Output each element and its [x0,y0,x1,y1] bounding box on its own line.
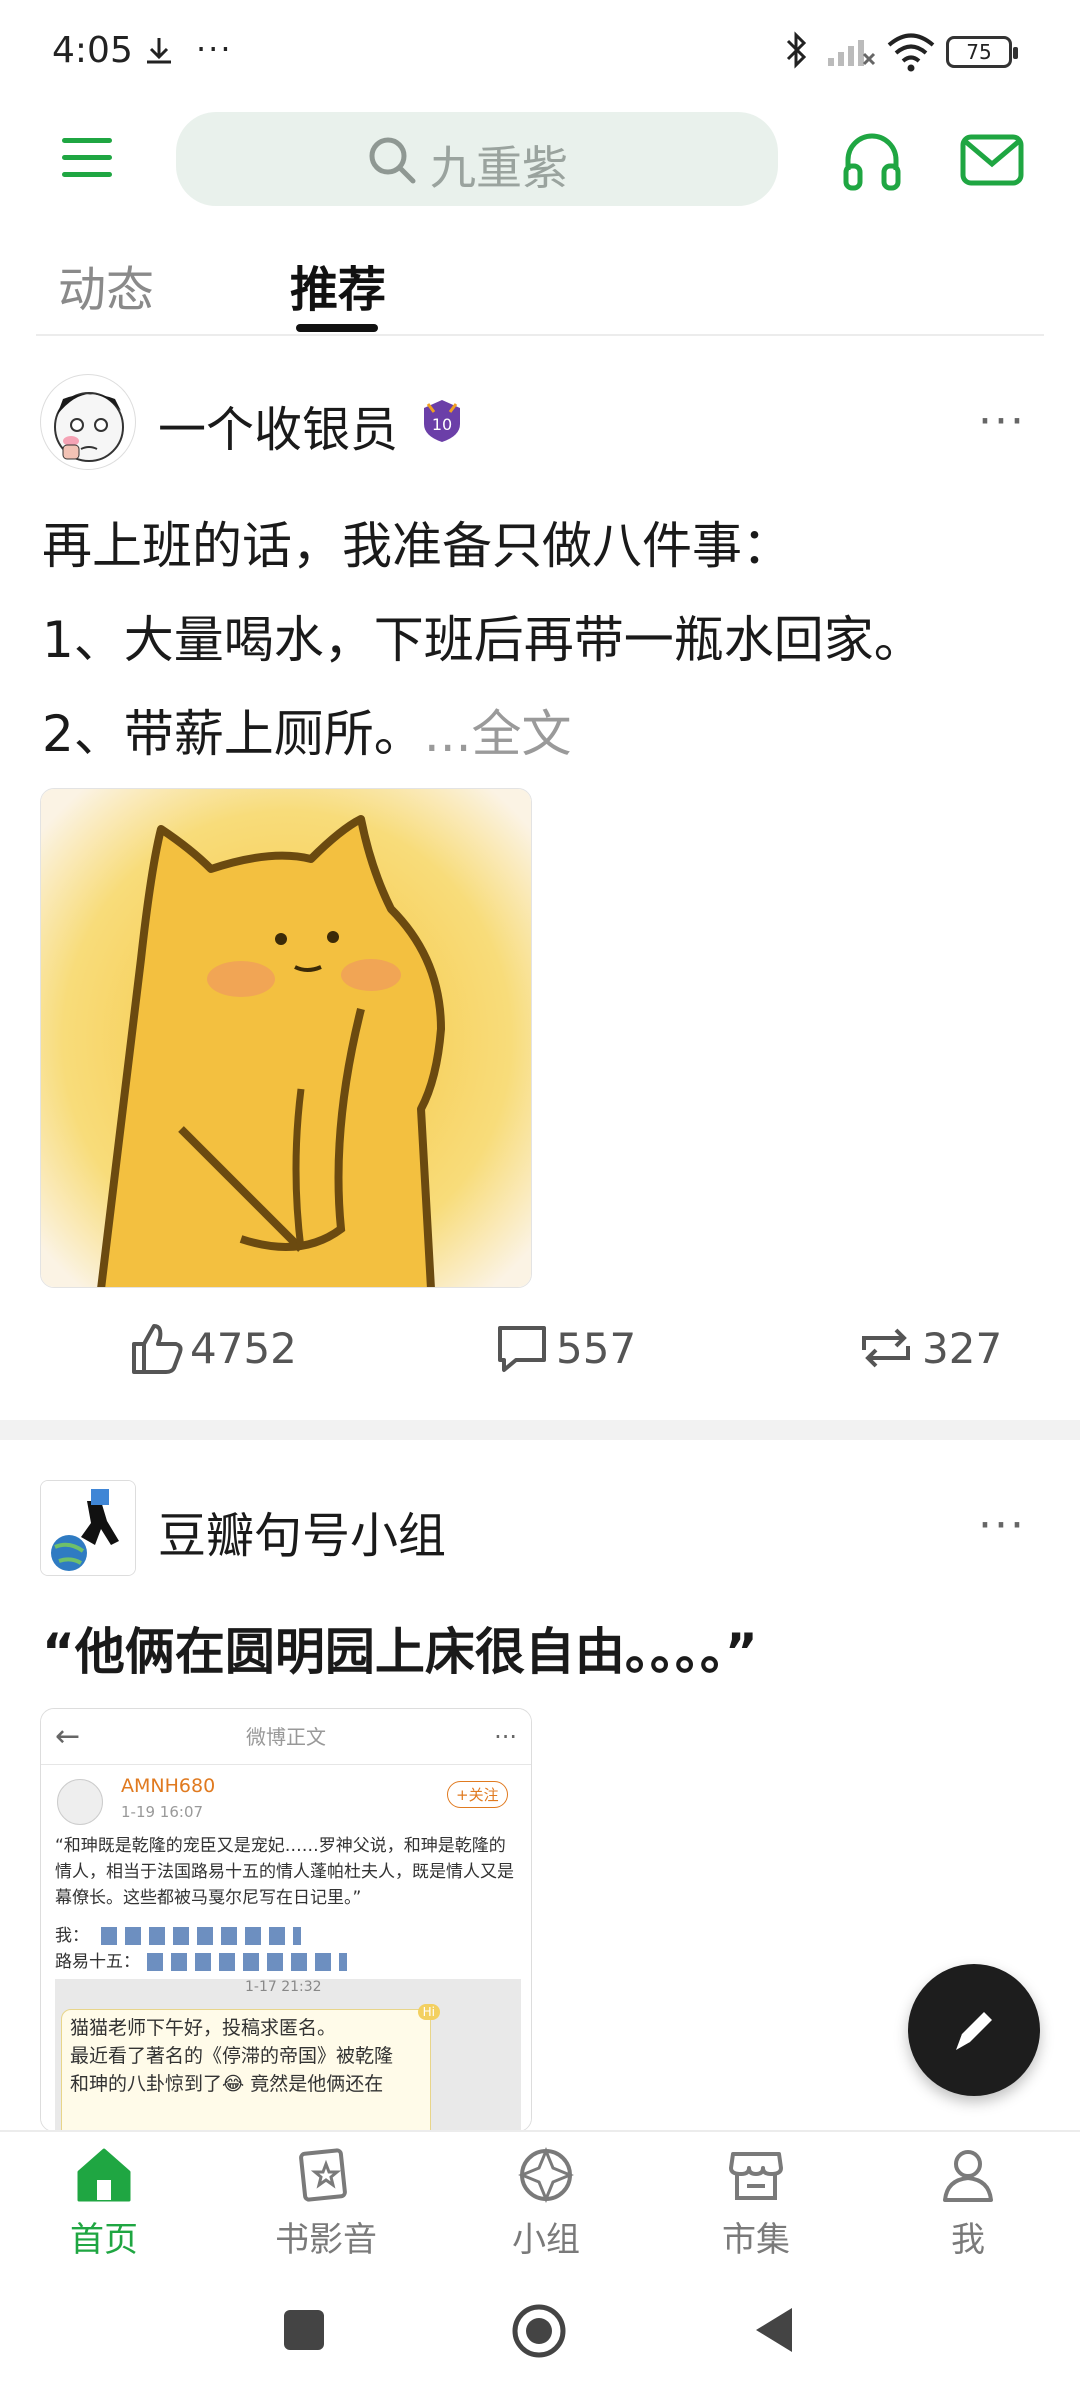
embedded-follow: +关注 [447,1781,508,1808]
post-author[interactable]: 豆瓣句号小组 [158,1496,446,1566]
embedded-time2: 1-17 21:32 [245,1979,322,1995]
group-icon [518,2147,574,2203]
embedded-header-title: 微博正文 [246,1725,326,1749]
embedded-date: 1-19 16:07 [121,1803,204,1821]
post-actions: 4752 557 327 [0,1320,1080,1400]
nav-books-label: 书影音 [275,2220,377,2260]
read-more-link[interactable]: ...全文 [424,705,572,763]
post-author[interactable]: 一个收银员 [158,390,398,460]
nav-home-label: 首页 [70,2220,138,2260]
post-image[interactable] [40,788,532,1288]
post-image[interactable]: ← 微博正文 ··· AMNH680 1-19 16:07 +关注 “和珅既是乾… [40,1708,532,2132]
system-nav-bar [0,2260,1080,2400]
embedded-msg3: 和珅的八卦惊到了😂 竟然是他俩还在 [70,2073,384,2095]
signal-icon [828,40,876,66]
comment-button[interactable]: 557 [494,1320,636,1376]
battery-icon: 75 [946,36,1018,68]
tab-following[interactable]: 动态 [58,250,154,320]
profile-icon [943,2150,993,2202]
post-line-1: 再上班的话，我准备只做八件事： [42,517,792,575]
level-badge-icon: 10 [424,400,460,442]
emoji-row [147,1953,347,1971]
post-divider [0,1420,1080,1440]
store-icon [729,2152,783,2200]
more-status-icon: ··· [196,30,233,68]
post-line-3-text: 2、带薪上厕所。 [42,705,424,763]
post-line-3: 2、带薪上厕所。...全文 [42,694,572,766]
embedded-me: 我： [55,1926,89,1946]
post-line-2: 1、大量喝水，下班后再带一瓶水回家。 [42,611,924,669]
comment-icon [498,1326,546,1372]
level-badge-text: 10 [432,415,452,434]
nav-market[interactable]: 市集 [676,2146,836,2261]
back-arrow-icon: ← [55,1719,81,1754]
embedded-avatar [57,1779,103,1825]
post-more-icon[interactable]: ··· [978,396,1026,447]
comment-count: 557 [556,1323,637,1373]
emoji-row [101,1927,301,1945]
search-bar[interactable]: 九重紫 [176,112,778,206]
like-count: 4752 [190,1323,297,1373]
embedded-msg2: 最近看了著名的《停滞的帝国》被乾隆 [70,2045,394,2067]
avatar[interactable] [40,1480,136,1576]
headphones-icon[interactable] [842,130,902,192]
compose-button[interactable] [908,1964,1040,2096]
embedded-user: AMNH680 [121,1775,216,1797]
nav-market-label: 市集 [722,2220,790,2260]
status-bar: 4:05 ··· 75 [0,0,1080,100]
nav-me[interactable]: 我 [888,2146,1048,2261]
home-system-icon[interactable] [510,2302,568,2360]
group-avatar-image [41,1481,135,1575]
nav-groups[interactable]: 小组 [466,2146,626,2261]
nav-books-films-music[interactable]: 书影音 [246,2146,406,2261]
embedded-chat-area: 1-17 21:32 猫猫老师下午好，投稿求匿名。 最近看了著名的《停滞的帝国》… [55,1979,521,2131]
search-placeholder: 九重紫 [430,141,568,195]
avatar[interactable] [40,374,136,470]
repost-icon [862,1328,910,1368]
post-title: “他俩在圆明园上床很自由。。。。” [42,1623,758,1681]
cat-meme-image [41,789,531,1287]
menu-icon[interactable] [62,138,112,182]
bluetooth-icon [786,31,807,69]
tab-recommended[interactable]: 推荐 [290,250,386,320]
embedded-text: “和珅既是乾隆的宠臣又是宠妃……罗神父说，和珅是乾隆的情人，相当于法国路易十五的… [55,1836,514,1908]
repost-button[interactable]: 327 [856,1320,1002,1376]
wifi-icon [887,33,935,72]
pen-icon [956,2012,992,2050]
feed-tabs: 动态 推荐 [36,240,1044,336]
top-bar: 九重紫 [0,108,1080,212]
embedded-bubble: 猫猫老师下午好，投稿求匿名。 最近看了著名的《停滞的帝国》被乾隆 和珅的八卦惊到… [61,2004,440,2131]
home-icon [77,2148,131,2202]
recent-apps-icon[interactable] [284,2310,324,2350]
embedded-more-icon: ··· [494,1723,517,1751]
nav-groups-label: 小组 [512,2220,580,2260]
thumb-up-icon [132,1324,183,1374]
hi-badge: Hi [417,2004,440,2020]
post-more-icon[interactable]: ··· [978,1500,1026,1551]
tab-indicator [296,324,378,332]
embedded-header: ← 微博正文 ··· [41,1709,531,1765]
status-time: 4:05 [52,30,133,71]
download-icon [147,38,171,64]
repost-count: 327 [922,1323,1003,1373]
embedded-louis: 路易十五： [55,1952,140,1972]
back-system-icon[interactable] [752,2304,796,2356]
search-icon [369,137,416,184]
film-icon [299,2148,347,2202]
embedded-msg1: 猫猫老师下午好，投稿求匿名。 [70,2017,337,2039]
nav-me-label: 我 [951,2220,985,2260]
like-button[interactable]: 4752 [128,1320,297,1376]
bottom-nav: 首页 书影音 小组 市集 我 [0,2130,1080,2260]
nav-home[interactable]: 首页 [24,2146,184,2261]
mail-icon[interactable] [960,134,1024,186]
avatar-cartoon-image [54,392,124,462]
